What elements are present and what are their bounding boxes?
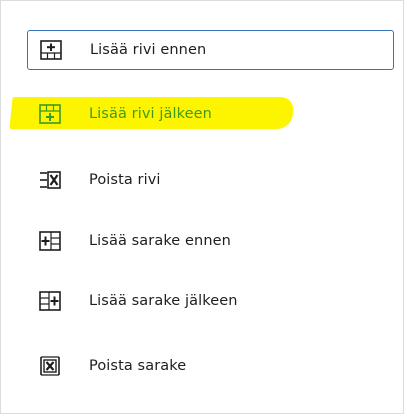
- menu-item-insert-row-after[interactable]: Lisää rivi jälkeen: [27, 94, 394, 134]
- menu-item-label: Lisää sarake jälkeen: [89, 293, 238, 309]
- menu-item-label: Poista sarake: [89, 358, 187, 374]
- delete-row-icon: [39, 169, 61, 191]
- menu-item-label: Lisää rivi ennen: [90, 42, 207, 58]
- table-context-menu: Lisää rivi ennen Lisää rivi jälkeen Pois…: [0, 0, 404, 414]
- menu-item-insert-column-after[interactable]: Lisää sarake jälkeen: [27, 281, 394, 321]
- insert-row-before-icon: [40, 39, 62, 61]
- menu-item-delete-row[interactable]: Poista rivi: [27, 160, 394, 200]
- insert-column-before-icon: [39, 230, 61, 252]
- menu-item-label: Lisää sarake ennen: [89, 233, 231, 249]
- menu-item-label: Lisää rivi jälkeen: [89, 106, 212, 122]
- delete-column-icon: [39, 355, 61, 377]
- menu-item-insert-column-before[interactable]: Lisää sarake ennen: [27, 221, 394, 261]
- menu-item-delete-column[interactable]: Poista sarake: [27, 346, 394, 386]
- insert-column-after-icon: [39, 290, 61, 312]
- menu-item-label: Poista rivi: [89, 172, 161, 188]
- menu-item-insert-row-before[interactable]: Lisää rivi ennen: [27, 30, 394, 70]
- insert-row-after-icon: [39, 103, 61, 125]
